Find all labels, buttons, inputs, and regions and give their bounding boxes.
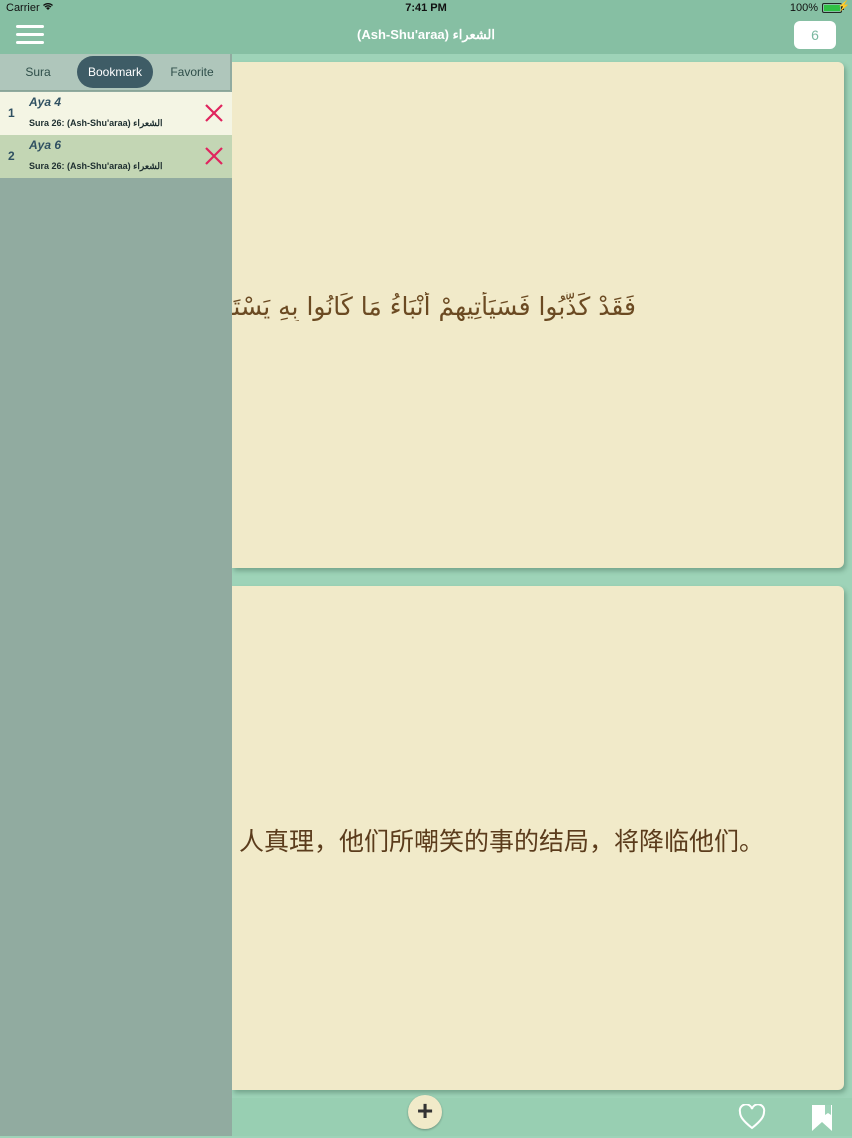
tab-sura[interactable]: Sura [8,56,68,88]
arabic-verse-card[interactable]: فَقَدْ كَذَّبُوا فَسَيَأْتِيهِمْ أَنْبَا… [232,62,844,568]
bookmark-side-panel: Sura Bookmark Favorite 1 Aya 4 Sura 26: … [0,54,232,1136]
charging-icon: ⚡ [837,1,850,12]
bookmark-number: 1 [8,106,15,120]
plus-icon[interactable]: + [408,1095,442,1129]
bookmark-icon[interactable] [810,1103,834,1133]
bookmark-aya: Aya 4 [29,95,62,109]
bookmark-sura: Sura 26: (Ash-Shu'araa) الشعراء [29,118,163,128]
bookmark-sura: Sura 26: (Ash-Shu'araa) الشعراء [29,161,163,171]
list-item[interactable]: 1 Aya 4 Sura 26: (Ash-Shu'araa) الشعراء [0,92,232,135]
bookmark-number: 2 [8,149,15,163]
translation-text-content: 人真理，他们所嘲笑的事的结局，将降临他们。 [238,828,764,856]
tab-favorite[interactable]: Favorite [160,56,224,88]
arabic-verse-text: فَقَدْ كَذَّبُوا فَسَيَأْتِيهِمْ أَنْبَا… [232,292,636,321]
bottom-toolbar: + [232,1095,852,1136]
close-icon[interactable] [203,102,225,124]
status-bar: Carrier 7:41 PM 100% ⚡ [0,0,852,16]
status-time: 7:41 PM [405,2,447,14]
segmented-control: Sura Bookmark Favorite [0,54,230,91]
nav-bar: (Ash-Shu'araa) الشعراء 6 [0,16,852,54]
tab-bookmark[interactable]: Bookmark [77,56,153,88]
battery-percent: 100% [789,2,818,14]
page-title: (Ash-Shu'araa) الشعراء [357,27,495,42]
page-number-button[interactable]: 6 [794,21,836,49]
list-item[interactable]: 2 Aya 6 Sura 26: (Ash-Shu'araa) الشعراء [0,135,232,178]
heart-icon[interactable] [738,1103,766,1130]
bookmark-aya: Aya 6 [29,138,62,152]
translation-text: 人真理，他们所嘲笑的事的结局，将降临他们。 [232,822,764,858]
translation-card[interactable]: 人真理，他们所嘲笑的事的结局，将降临他们。 [232,586,844,1090]
close-icon[interactable] [203,145,225,167]
